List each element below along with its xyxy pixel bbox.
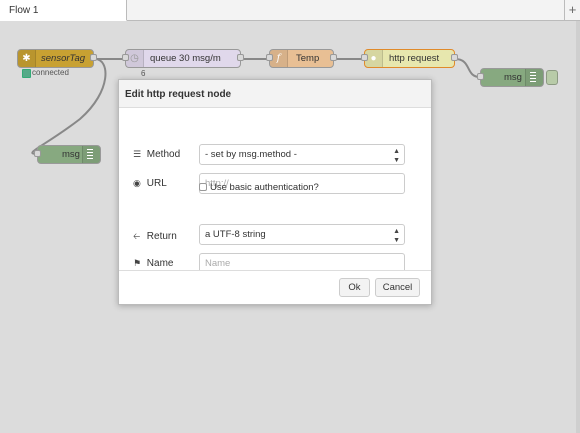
tab-bar: Flow 1 + [0,0,580,21]
method-label-text: Method [146,149,181,160]
node-temp[interactable]: f Temp [269,49,334,68]
list-icon: ☰ [133,149,142,159]
add-tab-button[interactable]: + [564,0,580,20]
queue-input-port[interactable] [122,54,129,61]
node-http-request-label: http request [389,53,440,64]
tab-label: Flow 1 [9,5,39,16]
basic-auth-label: Use basic authentication? [210,182,319,193]
temp-input-port[interactable] [266,54,273,61]
queue-count: 6 [141,69,146,78]
return-label: 🡠 Return [133,229,177,245]
msg-left-input-port[interactable] [34,150,41,157]
debug-list-icon [82,146,100,163]
select-arrows-icon: ▲ ▼ [393,148,400,164]
node-queue-label: queue 30 msg/m [150,53,221,64]
queue-output-port[interactable] [237,54,244,61]
basic-auth-row[interactable]: Use basic authentication? [199,182,319,193]
http-output-port[interactable] [451,54,458,61]
plus-icon: + [568,2,577,17]
tab-flow-1[interactable]: Flow 1 [0,0,127,21]
node-msg-left-label: msg [62,149,80,160]
ok-button[interactable]: Ok [339,278,370,297]
edit-node-dialog: Edit http request node ☰ Method - set by… [118,79,432,305]
node-queue[interactable]: ◷ queue 30 msg/m [125,49,241,68]
http-input-port[interactable] [361,54,368,61]
return-label-text: Return [146,231,177,242]
method-select[interactable]: - set by msg.method - ▲ ▼ [199,144,405,165]
url-label: ◉ URL [133,178,167,189]
node-msg-right-label: msg [504,72,522,83]
dialog-title: Edit http request node [119,80,431,108]
name-label: ⚑ Name [133,258,173,269]
bluetooth-icon: ✱ [18,50,36,67]
basic-auth-checkbox[interactable] [199,183,207,191]
node-msg-left[interactable]: msg [37,145,101,164]
node-sensortag-label: sensorTag [41,53,86,64]
node-temp-label: Temp [296,53,320,64]
vertical-scrollbar[interactable] [576,21,580,433]
msg-right-input-port[interactable] [477,73,484,80]
name-label-text: Name [146,258,174,269]
cancel-button[interactable]: Cancel [375,278,420,297]
node-sensortag[interactable]: ✱ sensorTag [17,49,94,68]
temp-output-port[interactable] [330,54,337,61]
sensortag-output-port[interactable] [90,54,97,61]
status-dot-icon [22,69,31,78]
select-arrows-icon: ▲ ▼ [393,228,400,244]
globe-icon: ◉ [133,178,141,188]
debug-list-icon [525,69,543,86]
sensortag-status: connected [32,68,69,77]
node-http-request[interactable]: ● http request [364,49,455,68]
return-select-value: a UTF-8 string [205,229,266,240]
node-msg-right[interactable]: msg [480,68,544,87]
method-select-value: - set by msg.method - [205,149,297,160]
tag-icon: ⚑ [133,258,142,268]
method-label: ☰ Method [133,149,180,160]
msg-right-toggle-button[interactable] [546,70,558,85]
arrow-left-icon: 🡠 [133,231,141,241]
dialog-footer: Ok Cancel [119,270,431,304]
url-label-text: URL [146,178,167,189]
return-select[interactable]: a UTF-8 string ▲ ▼ [199,224,405,245]
